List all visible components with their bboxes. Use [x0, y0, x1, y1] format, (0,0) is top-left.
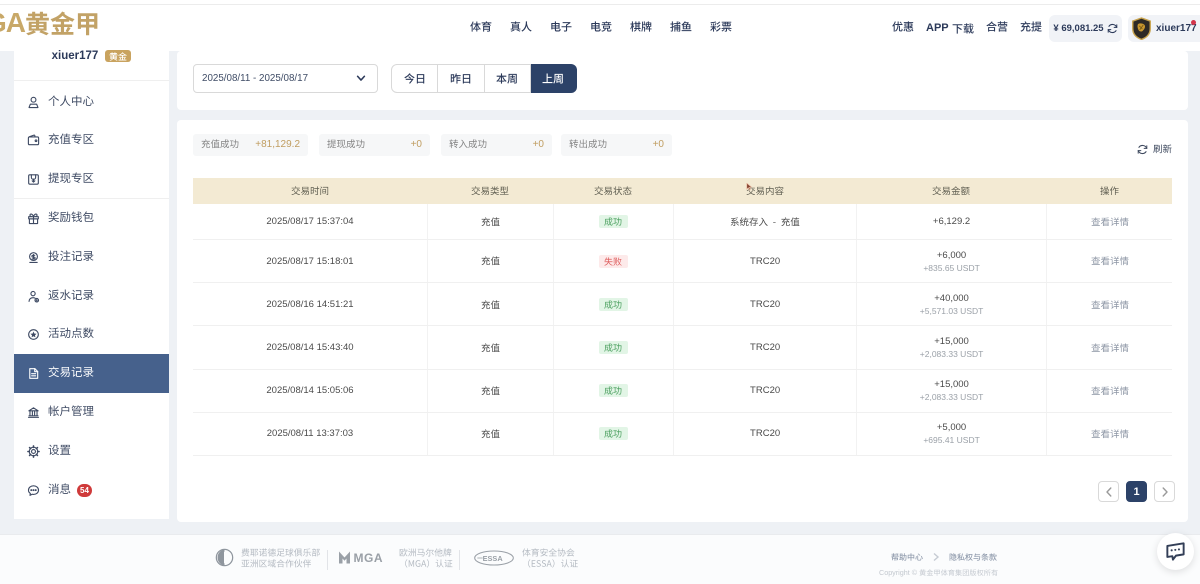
svg-text:ESSA: ESSA: [483, 554, 504, 563]
svg-text:MGA: MGA: [354, 551, 384, 565]
